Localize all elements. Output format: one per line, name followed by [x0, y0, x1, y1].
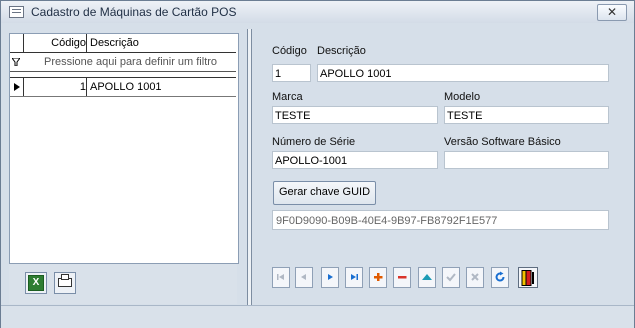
next-icon — [328, 274, 333, 280]
marca-field[interactable]: TESTE — [272, 106, 438, 124]
nav-post-button[interactable] — [442, 267, 460, 288]
window-title: Cadastro de Máquinas de Cartão POS — [31, 5, 237, 19]
cell-code: 1 — [24, 78, 87, 96]
descricao-field[interactable]: APOLLO 1001 — [317, 64, 609, 82]
codigo-field[interactable]: 1 — [272, 64, 311, 82]
nav-edit-button[interactable] — [418, 267, 436, 288]
table-row[interactable]: 1 APOLLO 1001 — [10, 78, 236, 97]
nav-prior-button[interactable] — [295, 267, 313, 288]
numero-serie-field[interactable]: APOLLO-1001 — [272, 151, 438, 169]
exit-button[interactable] — [518, 267, 538, 288]
last-icon — [351, 274, 358, 280]
descricao-label: Descrição — [317, 45, 366, 57]
nav-next-button[interactable] — [321, 267, 339, 288]
grid-header: Código Descrição — [10, 34, 236, 53]
cell-description: APOLLO 1001 — [90, 81, 162, 93]
modelo-label: Modelo — [444, 91, 481, 103]
nav-insert-button[interactable] — [369, 267, 387, 288]
nav-refresh-button[interactable] — [491, 267, 509, 288]
insert-icon — [374, 273, 383, 281]
status-bar — [1, 305, 634, 328]
app-icon — [9, 6, 24, 18]
grid-header-corner — [10, 34, 24, 52]
filter-icon — [12, 58, 20, 66]
post-icon — [446, 273, 456, 282]
edit-icon — [422, 274, 432, 280]
modelo-field[interactable]: TESTE — [444, 106, 609, 124]
exit-door-icon — [521, 270, 534, 286]
excel-export-icon: X — [28, 275, 44, 291]
nav-first-button[interactable] — [272, 267, 290, 288]
generate-guid-button[interactable]: Gerar chave GUID — [273, 181, 376, 205]
printer-icon — [58, 274, 72, 287]
row-indicator-icon — [10, 78, 24, 96]
cancel-icon — [471, 273, 479, 281]
records-grid: Código Descrição Pressione aqui para def… — [9, 33, 239, 264]
main-window: Cadastro de Máquinas de Cartão POS ✕ Cód… — [0, 0, 635, 328]
column-header-code[interactable]: Código — [24, 34, 87, 52]
left-toolbar: X — [9, 264, 237, 304]
filter-hint: Pressione aqui para definir um filtro — [44, 56, 218, 68]
export-excel-button[interactable]: X — [25, 272, 47, 294]
marca-label: Marca — [272, 91, 303, 103]
filter-row[interactable]: Pressione aqui para definir um filtro — [10, 53, 236, 72]
close-button[interactable]: ✕ — [597, 4, 627, 21]
title-bar: Cadastro de Máquinas de Cartão POS ✕ — [1, 1, 634, 23]
column-header-description[interactable]: Descrição — [90, 34, 139, 52]
splitter[interactable] — [247, 29, 252, 305]
nav-last-button[interactable] — [345, 267, 363, 288]
guid-field[interactable]: 9F0D9090-B09B-40E4-9B97-FB8792F1E577 — [272, 210, 609, 230]
refresh-icon — [495, 271, 505, 282]
nav-cancel-button[interactable] — [466, 267, 484, 288]
nav-delete-button[interactable] — [393, 267, 411, 288]
codigo-label: Código — [272, 45, 307, 57]
first-icon — [277, 274, 284, 280]
delete-icon — [398, 276, 407, 279]
prior-icon — [301, 274, 306, 280]
versao-software-basico-field[interactable] — [444, 151, 609, 169]
print-button[interactable] — [54, 272, 76, 294]
versao-software-basico-label: Versão Software Básico — [444, 136, 561, 148]
numero-serie-label: Número de Série — [272, 136, 356, 148]
